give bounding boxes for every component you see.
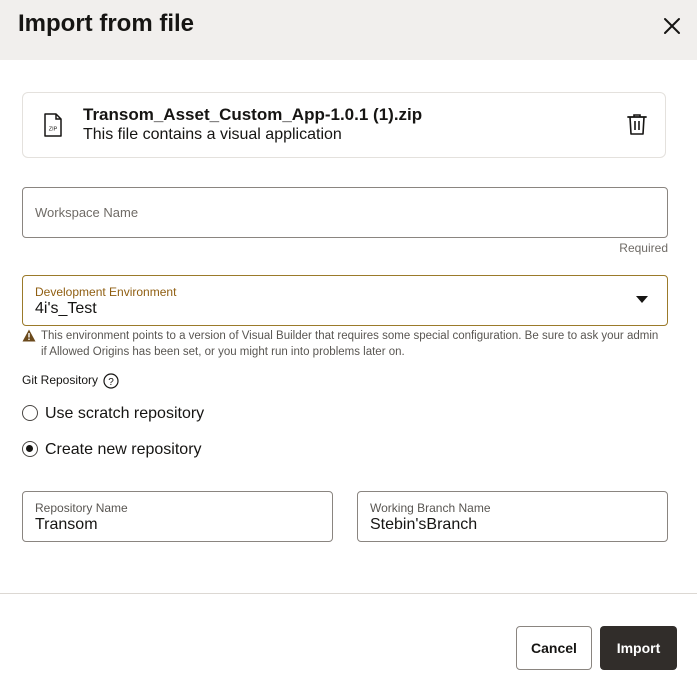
environment-label: Development Environment	[35, 285, 177, 299]
radio-label-create[interactable]: Create new repository	[45, 441, 202, 459]
environment-value: 4i's_Test	[35, 300, 97, 317]
file-card: ZIP Transom_Asset_Custom_App-1.0.1 (1).z…	[22, 92, 666, 158]
svg-text:?: ?	[108, 377, 114, 388]
repository-name-label: Repository Name	[35, 501, 128, 515]
cancel-button[interactable]: Cancel	[516, 626, 592, 670]
help-icon[interactable]: ?	[103, 373, 119, 389]
radio-scratch-repository[interactable]	[22, 405, 38, 421]
file-description: This file contains a visual application	[83, 126, 342, 143]
working-branch-name-input[interactable]: Working Branch Name Stebin'sBranch	[357, 491, 668, 542]
radio-selected-dot	[26, 445, 33, 452]
warning-icon	[22, 329, 36, 342]
zip-icon-text: ZIP	[49, 127, 58, 133]
dialog-title: Import from file	[18, 10, 195, 37]
import-button[interactable]: Import	[600, 626, 677, 670]
repository-name-input[interactable]: Repository Name Transom	[22, 491, 333, 542]
chevron-down-icon[interactable]	[636, 296, 648, 303]
file-name: Transom_Asset_Custom_App-1.0.1 (1).zip	[83, 105, 423, 124]
workspace-name-placeholder: Workspace Name	[35, 205, 139, 220]
development-environment-select[interactable]: Development Environment 4i's_Test	[22, 275, 668, 326]
radio-create-new-repository[interactable]	[22, 441, 38, 457]
workspace-name-input[interactable]: Workspace Name	[22, 187, 668, 238]
trash-icon[interactable]	[625, 112, 649, 136]
required-hint: Required	[619, 241, 668, 255]
dialog-header: Import from file	[0, 0, 697, 60]
footer-divider	[0, 593, 697, 594]
repository-name-value: Transom	[35, 516, 98, 533]
working-branch-label: Working Branch Name	[370, 501, 491, 515]
environment-warning: This environment points to a version of …	[41, 330, 659, 358]
zip-file-icon: ZIP	[43, 113, 63, 137]
radio-label-scratch[interactable]: Use scratch repository	[45, 405, 204, 423]
close-icon[interactable]	[659, 13, 685, 39]
working-branch-value: Stebin'sBranch	[370, 516, 478, 533]
git-repository-label: Git Repository	[22, 373, 99, 387]
